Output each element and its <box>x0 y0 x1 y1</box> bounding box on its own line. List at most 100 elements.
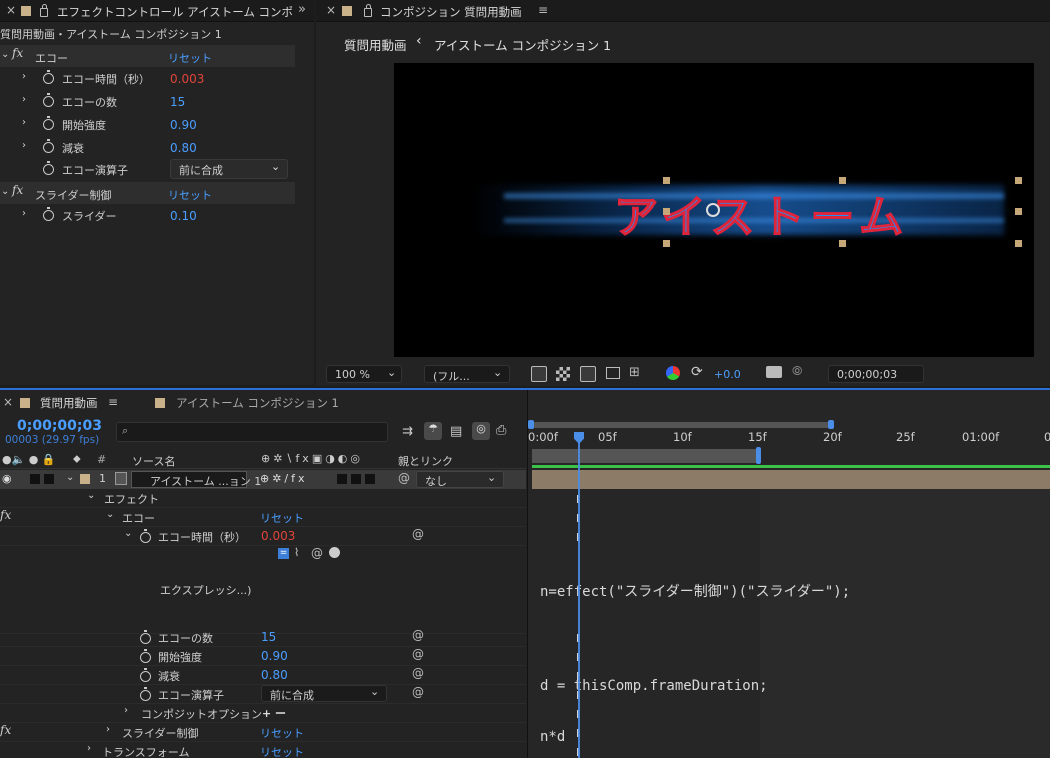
stopwatch-icon[interactable] <box>43 93 54 107</box>
reset-link[interactable]: リセット <box>260 510 304 526</box>
expression-editor[interactable]: n=effect("スライダー制御")("スライダー"); d = thisCo… <box>540 550 850 758</box>
layer-row[interactable]: ◉ ⌄ 1 アイストーム ...ョン 1 ⊕✲/fx @ なし ⌄ <box>0 470 526 489</box>
navigator-start-handle[interactable] <box>528 420 534 429</box>
transform-handle[interactable] <box>663 240 670 247</box>
stopwatch-icon[interactable] <box>43 161 54 175</box>
layer-search-input[interactable]: ⌕ <box>116 422 388 442</box>
stopwatch-icon[interactable] <box>140 529 151 543</box>
row-value[interactable]: 0.003 <box>261 529 295 543</box>
panel-menu-icon[interactable]: ≡ <box>108 395 118 409</box>
lock-icon[interactable] <box>364 4 372 17</box>
stopwatch-icon[interactable] <box>140 687 151 701</box>
stopwatch-icon[interactable] <box>43 70 54 84</box>
lock-icon[interactable] <box>40 4 48 17</box>
fx-icon[interactable]: fx <box>0 723 11 737</box>
chevron-down-icon[interactable]: ⌄ <box>87 490 95 501</box>
chevron-right-icon[interactable]: › <box>22 94 26 105</box>
param-value[interactable]: 0.10 <box>170 209 197 223</box>
fx-icon[interactable]: fx <box>12 46 23 60</box>
zoom-dropdown[interactable]: 100 % ⌄ <box>326 365 402 383</box>
stopwatch-icon[interactable] <box>140 668 151 682</box>
pick-whip-icon[interactable]: @ <box>398 471 410 485</box>
close-tab-icon[interactable]: × <box>6 3 16 17</box>
playhead-line[interactable] <box>578 442 580 758</box>
switch-box[interactable] <box>365 474 375 484</box>
param-value[interactable]: 0.90 <box>170 118 197 132</box>
parent-dropdown[interactable]: なし ⌄ <box>416 471 504 488</box>
transform-handle[interactable] <box>663 208 670 215</box>
tl-row-composite-options[interactable]: › コンポジットオプション + ー <box>0 704 526 723</box>
row-value[interactable]: 0.80 <box>261 668 288 682</box>
viewer-timecode[interactable]: 0;00;00;03 <box>828 365 924 383</box>
chevron-down-icon[interactable]: ⌄ <box>106 509 114 520</box>
lock-switch[interactable] <box>44 474 54 484</box>
tl-row-echo[interactable]: fx ⌄ エコー リセット <box>0 508 526 527</box>
tl-row-echo-count[interactable]: エコーの数 15 @ <box>0 628 526 647</box>
effect-controls-tab-title[interactable]: エフェクトコントロール アイストーム コンポ <box>57 4 293 20</box>
close-tab-icon[interactable]: × <box>3 395 13 409</box>
expression-language-menu-icon[interactable] <box>329 547 340 558</box>
row-value[interactable]: 15 <box>261 630 276 644</box>
chevron-right-icon[interactable]: › <box>124 705 128 716</box>
chevron-right-icon[interactable]: › <box>22 140 26 151</box>
tl-row-effects-group[interactable]: ⌄ エフェクト <box>0 489 526 508</box>
chevron-down-icon[interactable]: ⌄ <box>124 528 132 539</box>
fx-icon[interactable]: fx <box>12 183 23 197</box>
motion-blur-icon[interactable]: ◎ <box>472 422 490 440</box>
tl-row-decay[interactable]: 減衰 0.80 @ <box>0 666 526 685</box>
reset-link-slider[interactable]: リセット <box>168 187 212 203</box>
chevron-right-icon[interactable]: › <box>22 117 26 128</box>
row-value[interactable]: 0.90 <box>261 649 288 663</box>
fx-icon[interactable]: fx <box>0 508 11 522</box>
tl-row-slider-control[interactable]: fx › スライダー制御 リセット <box>0 723 526 742</box>
comp-nav-parent[interactable]: 質問用動画 <box>344 35 407 54</box>
param-value[interactable]: 0.80 <box>170 141 197 155</box>
parent-link-header[interactable]: 親とリンク <box>398 453 453 469</box>
pick-whip-icon[interactable]: @ <box>412 647 424 661</box>
reset-link[interactable]: リセット <box>260 725 304 741</box>
time-graph[interactable]: 0:00f 05f 10f 15f 20f 25f 01:00f 0 n=eff… <box>527 390 1050 758</box>
show-snapshot-icon[interactable]: ⦾ <box>792 364 802 379</box>
label-tag-icon[interactable]: ⬥ <box>73 452 81 466</box>
comp-nav-current[interactable]: アイストーム コンポジション 1 <box>434 35 611 54</box>
echo-operator-dropdown[interactable]: 前に合成 ⌄ <box>170 159 288 179</box>
chevron-down-icon[interactable]: ⌄ <box>1 49 9 60</box>
work-area-bar[interactable] <box>532 449 760 463</box>
stopwatch-icon[interactable] <box>43 116 54 130</box>
navigator-end-handle[interactable] <box>828 420 834 429</box>
stopwatch-icon[interactable] <box>140 630 151 644</box>
tl-row-transform[interactable]: › トランスフォーム リセット <box>0 742 526 758</box>
tl-row-start-intensity[interactable]: 開始強度 0.90 @ <box>0 647 526 666</box>
timeline-tab2-title[interactable]: アイストーム コンポジション 1 <box>176 395 339 411</box>
expression-graph-icon[interactable]: ⌇ <box>294 546 299 559</box>
echo-operator-dropdown[interactable]: 前に合成 ⌄ <box>261 685 387 702</box>
color-channels-icon[interactable] <box>666 366 680 380</box>
tl-row-echo-operator[interactable]: エコー演算子 前に合成 ⌄ @ <box>0 685 526 704</box>
chevron-down-icon[interactable]: ⌄ <box>66 472 74 483</box>
chevron-right-icon[interactable]: › <box>22 208 26 219</box>
layer-bar[interactable] <box>532 470 1050 489</box>
stopwatch-icon[interactable] <box>140 649 151 663</box>
expression-pick-whip-icon[interactable]: @ <box>311 546 323 560</box>
panel-menu-icon[interactable]: ≡ <box>538 3 548 17</box>
layer-switches[interactable]: ⊕✲/fx <box>260 472 308 485</box>
param-value[interactable]: 15 <box>170 95 185 109</box>
work-area-end-handle[interactable] <box>756 447 761 464</box>
expression-enable-icon[interactable]: = <box>278 548 289 559</box>
reset-link-echo[interactable]: リセット <box>168 50 212 66</box>
chevron-right-icon[interactable]: › <box>22 71 26 82</box>
graph-editor-icon[interactable]: ⎙ <box>496 423 506 438</box>
transparency-grid-icon[interactable] <box>556 367 570 381</box>
param-value[interactable]: 0.003 <box>170 72 204 86</box>
resolution-dropdown[interactable]: (フル... ⌄ <box>424 365 510 383</box>
switch-box[interactable] <box>337 474 347 484</box>
current-timecode[interactable]: 0;00;00;03 <box>17 418 102 434</box>
layer-label-color[interactable] <box>80 474 90 484</box>
reset-link[interactable]: リセット <box>260 744 304 758</box>
effect-header-slider-control[interactable]: ⌄ fx スライダー制御 リセット <box>0 182 295 204</box>
transform-handle[interactable] <box>1015 177 1022 184</box>
transform-handle[interactable] <box>839 177 846 184</box>
fast-preview-icon[interactable] <box>531 366 547 382</box>
guides-icon[interactable]: ⊞ <box>629 365 640 380</box>
pick-whip-icon[interactable]: @ <box>412 666 424 680</box>
